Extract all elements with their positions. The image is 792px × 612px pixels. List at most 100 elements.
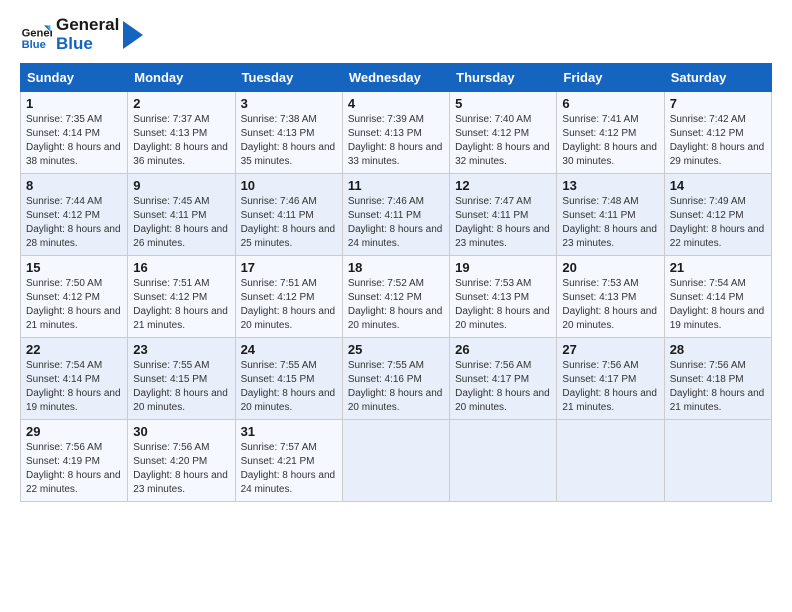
weekday-header: Tuesday [235,64,342,92]
day-info: Sunrise: 7:47 AMSunset: 4:11 PMDaylight:… [455,195,551,251]
calendar-day-cell: 20 Sunrise: 7:53 AMSunset: 4:13 PMDayligh… [557,256,664,338]
day-number: 22 [26,342,122,357]
day-info: Sunrise: 7:56 AMSunset: 4:18 PMDaylight:… [670,359,766,415]
day-number: 13 [562,178,658,193]
calendar-day-cell: 25Sunrise: 7:55 AMSunset: 4:16 PMDayligh… [342,338,449,420]
calendar-day-cell: 21 Sunrise: 7:54 AMSunset: 4:14 PMDayligh… [664,256,771,338]
calendar-day-cell: 19Sunrise: 7:53 AMSunset: 4:13 PMDayligh… [450,256,557,338]
calendar-table: SundayMondayTuesdayWednesdayThursdayFrid… [20,63,772,502]
calendar-day-cell [450,420,557,502]
day-info: Sunrise: 7:52 AMSunset: 4:12 PMDaylight:… [348,277,444,333]
weekday-header: Sunday [21,64,128,92]
calendar-day-cell: 24 Sunrise: 7:55 AMSunset: 4:15 PMDayligh… [235,338,342,420]
day-number: 4 [348,96,444,111]
calendar-day-cell: 16Sunrise: 7:51 AMSunset: 4:12 PMDayligh… [128,256,235,338]
day-number: 26 [455,342,551,357]
day-number: 27 [562,342,658,357]
day-number: 9 [133,178,229,193]
day-number: 23 [133,342,229,357]
day-info: Sunrise: 7:53 AMSunset: 4:13 PMDaylight:… [562,277,658,333]
day-info: Sunrise: 7:39 AMSunset: 4:13 PMDaylight:… [348,113,444,169]
calendar-day-cell: 8 Sunrise: 7:44 AMSunset: 4:12 PMDaylight… [21,174,128,256]
day-info: Sunrise: 7:44 AMSunset: 4:12 PMDaylight:… [26,195,122,251]
day-number: 20 [562,260,658,275]
day-info: Sunrise: 7:46 AMSunset: 4:11 PMDaylight:… [348,195,444,251]
day-number: 31 [241,424,337,439]
day-info: Sunrise: 7:48 AMSunset: 4:11 PMDaylight:… [562,195,658,251]
day-number: 8 [26,178,122,193]
calendar-day-cell: 4 Sunrise: 7:39 AMSunset: 4:13 PMDaylight… [342,92,449,174]
logo: General Blue General Blue [20,16,143,53]
day-info: Sunrise: 7:38 AMSunset: 4:13 PMDaylight:… [241,113,337,169]
calendar-day-cell [557,420,664,502]
day-info: Sunrise: 7:45 AMSunset: 4:11 PMDaylight:… [133,195,229,251]
day-info: Sunrise: 7:35 AMSunset: 4:14 PMDaylight:… [26,113,122,169]
day-info: Sunrise: 7:56 AMSunset: 4:17 PMDaylight:… [562,359,658,415]
day-number: 5 [455,96,551,111]
calendar-day-cell: 13 Sunrise: 7:48 AMSunset: 4:11 PMDayligh… [557,174,664,256]
day-info: Sunrise: 7:56 AMSunset: 4:17 PMDaylight:… [455,359,551,415]
calendar-day-cell: 9 Sunrise: 7:45 AMSunset: 4:11 PMDaylight… [128,174,235,256]
calendar-day-cell: 26 Sunrise: 7:56 AMSunset: 4:17 PMDayligh… [450,338,557,420]
day-number: 7 [670,96,766,111]
calendar-day-cell: 11 Sunrise: 7:46 AMSunset: 4:11 PMDayligh… [342,174,449,256]
calendar-day-cell: 6 Sunrise: 7:41 AMSunset: 4:12 PMDaylight… [557,92,664,174]
day-number: 18 [348,260,444,275]
calendar-day-cell: 14 Sunrise: 7:49 AMSunset: 4:12 PMDayligh… [664,174,771,256]
calendar-day-cell: 5 Sunrise: 7:40 AMSunset: 4:12 PMDaylight… [450,92,557,174]
day-number: 6 [562,96,658,111]
day-number: 28 [670,342,766,357]
weekday-header: Thursday [450,64,557,92]
calendar-day-cell: 29Sunrise: 7:56 AMSunset: 4:19 PMDayligh… [21,420,128,502]
day-number: 14 [670,178,766,193]
day-number: 11 [348,178,444,193]
day-number: 1 [26,96,122,111]
calendar-day-cell: 12 Sunrise: 7:47 AMSunset: 4:11 PMDayligh… [450,174,557,256]
day-number: 16 [133,260,229,275]
calendar-week-row: 8 Sunrise: 7:44 AMSunset: 4:12 PMDaylight… [21,174,772,256]
calendar-day-cell: 31 Sunrise: 7:57 AMSunset: 4:21 PMDayligh… [235,420,342,502]
day-info: Sunrise: 7:57 AMSunset: 4:21 PMDaylight:… [241,441,337,497]
calendar-day-cell: 15 Sunrise: 7:50 AMSunset: 4:12 PMDayligh… [21,256,128,338]
calendar-day-cell: 7 Sunrise: 7:42 AMSunset: 4:12 PMDaylight… [664,92,771,174]
calendar-day-cell [664,420,771,502]
day-info: Sunrise: 7:40 AMSunset: 4:12 PMDaylight:… [455,113,551,169]
day-number: 12 [455,178,551,193]
weekday-header: Saturday [664,64,771,92]
day-number: 10 [241,178,337,193]
day-info: Sunrise: 7:56 AMSunset: 4:20 PMDaylight:… [133,441,229,497]
day-info: Sunrise: 7:46 AMSunset: 4:11 PMDaylight:… [241,195,337,251]
calendar-week-row: 1 Sunrise: 7:35 AMSunset: 4:14 PMDaylight… [21,92,772,174]
day-number: 30 [133,424,229,439]
calendar-week-row: 15 Sunrise: 7:50 AMSunset: 4:12 PMDayligh… [21,256,772,338]
weekday-header: Friday [557,64,664,92]
day-info: Sunrise: 7:56 AMSunset: 4:19 PMDaylight:… [26,441,122,497]
svg-text:Blue: Blue [22,38,46,50]
calendar-day-cell: 2Sunrise: 7:37 AMSunset: 4:13 PMDaylight… [128,92,235,174]
day-info: Sunrise: 7:42 AMSunset: 4:12 PMDaylight:… [670,113,766,169]
logo-line2: Blue [56,35,119,54]
calendar-day-cell: 30 Sunrise: 7:56 AMSunset: 4:20 PMDayligh… [128,420,235,502]
calendar-body: 1 Sunrise: 7:35 AMSunset: 4:14 PMDaylight… [21,92,772,502]
calendar-day-cell: 22 Sunrise: 7:54 AMSunset: 4:14 PMDayligh… [21,338,128,420]
calendar-day-cell: 17Sunrise: 7:51 AMSunset: 4:12 PMDayligh… [235,256,342,338]
weekday-header: Monday [128,64,235,92]
logo-arrow-icon [123,21,143,49]
day-number: 24 [241,342,337,357]
day-number: 2 [133,96,229,111]
day-info: Sunrise: 7:54 AMSunset: 4:14 PMDaylight:… [670,277,766,333]
day-number: 21 [670,260,766,275]
day-number: 15 [26,260,122,275]
day-info: Sunrise: 7:41 AMSunset: 4:12 PMDaylight:… [562,113,658,169]
day-info: Sunrise: 7:53 AMSunset: 4:13 PMDaylight:… [455,277,551,333]
calendar-day-cell: 27 Sunrise: 7:56 AMSunset: 4:17 PMDayligh… [557,338,664,420]
day-info: Sunrise: 7:55 AMSunset: 4:15 PMDaylight:… [241,359,337,415]
calendar-day-cell: 28 Sunrise: 7:56 AMSunset: 4:18 PMDayligh… [664,338,771,420]
calendar-day-cell: 23 Sunrise: 7:55 AMSunset: 4:15 PMDayligh… [128,338,235,420]
day-info: Sunrise: 7:49 AMSunset: 4:12 PMDaylight:… [670,195,766,251]
day-info: Sunrise: 7:54 AMSunset: 4:14 PMDaylight:… [26,359,122,415]
day-info: Sunrise: 7:55 AMSunset: 4:15 PMDaylight:… [133,359,229,415]
weekday-header: Wednesday [342,64,449,92]
day-info: Sunrise: 7:50 AMSunset: 4:12 PMDaylight:… [26,277,122,333]
calendar-day-cell [342,420,449,502]
